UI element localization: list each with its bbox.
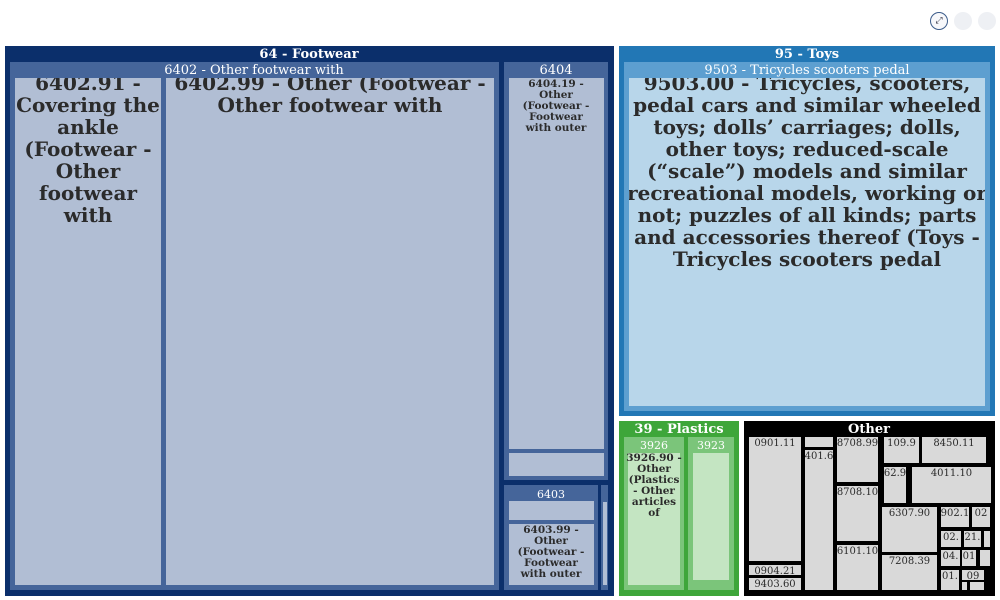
group-label-footwear: 64 - Footwear bbox=[259, 47, 358, 62]
leaf-other-0[interactable] bbox=[749, 437, 801, 561]
svg-text:9503.00 - Tricycles, scooters,: 9503.00 - Tricycles, scooters, pedal cars… bbox=[627, 71, 987, 271]
leaf-other-4[interactable] bbox=[805, 450, 833, 590]
leaf-label-6404-19: 6404.19 -Other (Footwear -Footwear with ou… bbox=[523, 78, 590, 134]
leaf-other-18[interactable] bbox=[984, 531, 990, 547]
leaf-label-other-13: 902.1 bbox=[941, 508, 970, 519]
leaf-other-25[interactable] bbox=[970, 582, 984, 590]
svg-text:6403.99 -Other(Footwear -Footw: 6403.99 -Other (Footwear -Footwear with ou… bbox=[518, 524, 585, 580]
node-label-6402: 6402 - Other footwear with bbox=[164, 63, 344, 78]
svg-text:6404.19 -Other(Footwear -Footw: 6404.19 -Other (Footwear -Footwear with ou… bbox=[523, 78, 590, 134]
leaf-64-slim[interactable] bbox=[603, 502, 607, 585]
leaf-other-21[interactable] bbox=[980, 550, 990, 566]
leaf-other-24[interactable] bbox=[962, 582, 967, 590]
leaf-label-other-8: 109.9 bbox=[887, 438, 916, 449]
leaf-6403-small[interactable] bbox=[509, 501, 594, 520]
leaf-label-other-6: 8708.10 bbox=[837, 487, 878, 498]
leaf-label-other-20: 01 bbox=[963, 551, 976, 562]
leaf-6402-99[interactable] bbox=[166, 78, 494, 585]
node-label-6404: 6404 bbox=[539, 63, 572, 78]
leaf-label-other-17: 21. bbox=[965, 532, 981, 543]
leaf-label-other-14: 02 bbox=[975, 508, 988, 519]
leaf-label-other-9: 8450.11 bbox=[933, 438, 974, 449]
leaf-label-other-15: 7208.39 bbox=[889, 556, 930, 567]
group-label-toys: 95 - Toys bbox=[775, 47, 839, 62]
leaf-3923[interactable] bbox=[693, 453, 729, 580]
leaf-label-other-7: 6101.10 bbox=[837, 546, 878, 557]
leaf-label-other-22: 01. bbox=[942, 571, 958, 582]
leaf-other-3[interactable] bbox=[805, 437, 833, 447]
leaf-label-9503-00: 9503.00 - Tricycles, scooters, pedal cars… bbox=[627, 71, 987, 271]
leaf-label-other-11: 4011.10 bbox=[931, 468, 972, 479]
leaf-label-other-0: 0901.11 bbox=[754, 438, 795, 449]
leaf-label-other-4: 401.6 bbox=[805, 451, 834, 462]
group-label-other: Other bbox=[848, 422, 890, 437]
node-label-6403: 6403 bbox=[537, 488, 565, 501]
leaf-label-other-16: 02. bbox=[943, 532, 959, 543]
leaf-label-other-5: 8708.99 bbox=[837, 438, 878, 449]
leaf-6404-small[interactable] bbox=[509, 453, 604, 476]
leaf-label-other-19: 04. bbox=[943, 551, 959, 562]
treemap-chart: 64 - Footwear6402 - Other footwear with 6… bbox=[5, 46, 995, 596]
leaf-label-other-12: 6307.90 bbox=[889, 508, 930, 519]
node-label-9503: 9503 - Tricycles scooters pedal bbox=[704, 63, 909, 78]
leaf-label-other-10: 62.9 bbox=[884, 468, 906, 479]
node-label-3926: 3926 bbox=[640, 439, 668, 452]
leaf-label-other-2: 9403.60 bbox=[754, 579, 795, 590]
group-label-plastics: 39 - Plastics bbox=[634, 422, 723, 437]
leaf-label-6403-99: 6403.99 -Other (Footwear -Footwear with ou… bbox=[518, 524, 585, 580]
node-label-3923: 3923 bbox=[697, 439, 725, 452]
